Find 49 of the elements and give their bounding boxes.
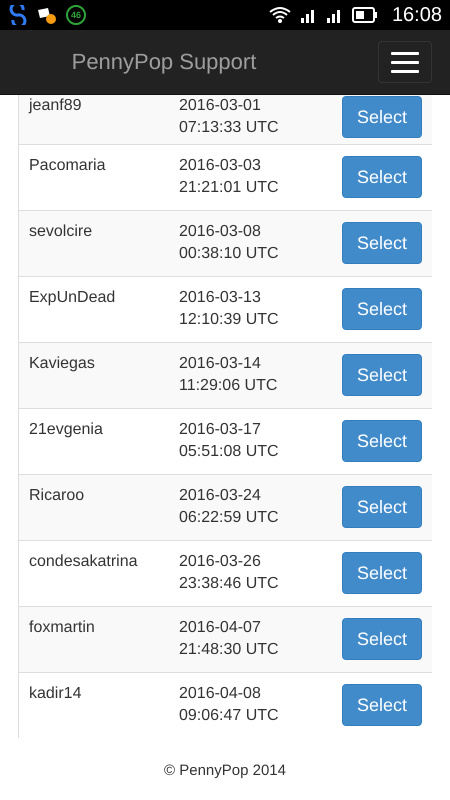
select-button[interactable]: Select [342,486,422,528]
time: 23:38:46 UTC [179,574,280,594]
copyright: © PennyPop 2014 [164,762,286,779]
date: 2016-03-17 [179,420,262,440]
time: 11:29:06 UTC [179,376,278,396]
navbar-title: PennyPop Support [70,49,258,75]
time: 21:48:30 UTC [179,640,280,660]
time: 21:21:01 UTC [179,178,280,198]
date: 2016-03-14 [179,354,262,374]
select-button[interactable]: Select [342,354,422,396]
username: Pacomaria [29,156,106,176]
select-button[interactable]: Select [342,684,422,726]
username: kadir14 [29,684,82,704]
select-button[interactable]: Select [342,222,422,264]
username: 21evgenia [29,420,104,440]
date: 2016-04-08 [179,684,262,704]
username: Ricaroo [29,486,86,506]
time: 12:10:39 UTC [179,310,280,330]
username: foxmartin [29,618,96,638]
date: 2016-03-08 [179,222,262,242]
date: 2016-04-07 [179,618,262,638]
battery-icon [352,7,378,23]
time: 06:22:59 UTC [179,508,280,528]
username: jeanf89 [29,96,82,116]
date: 2016-03-26 [179,552,262,572]
select-button[interactable]: Select [342,618,422,660]
select-button[interactable]: Select [342,288,422,330]
date: 2016-03-24 [179,486,262,506]
time: 09:06:47 UTC [179,706,280,726]
status-badge: 46 [66,5,86,25]
select-button[interactable]: Select [342,96,422,138]
notification-icon [36,6,58,24]
app-icon [8,5,28,25]
date: 2016-03-13 [179,288,262,308]
select-button[interactable]: Select [342,420,422,462]
clock: 16:08 [392,4,442,26]
time: 07:13:33 UTC [179,118,280,138]
wifi-icon [268,6,292,24]
select-button[interactable]: Select [342,552,422,594]
time: 00:38:10 UTC [179,244,280,264]
date: 2016-03-03 [179,156,262,176]
username: ExpUnDead [29,288,116,308]
username: Kaviegas [29,354,96,374]
date: 2016-03-01 [179,96,262,116]
username: condesakatrina [29,552,139,572]
time: 05:51:08 UTC [179,442,280,462]
menu-button[interactable] [378,41,432,83]
username: sevolcire [29,222,94,242]
select-button[interactable]: Select [342,156,422,198]
